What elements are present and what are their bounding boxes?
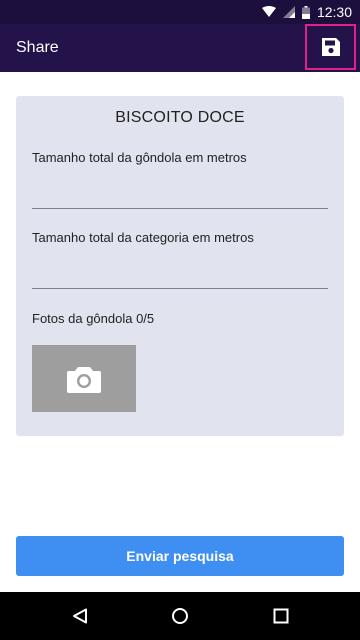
category-size-label: Tamanho total da categoria em metros [32,230,254,245]
recents-button[interactable] [271,606,291,626]
signal-icon [282,6,295,18]
photos-label: Fotos da gôndola 0/5 [32,311,155,326]
app-title: Share [16,39,59,56]
category-size-input[interactable] [32,250,328,288]
wifi-icon [261,6,276,17]
submit-survey-button[interactable]: Enviar pesquisa [16,536,344,576]
gondola-size-underline [32,208,328,209]
home-icon [172,608,188,624]
survey-card: BISCOITO DOCE Tamanho total da gôndola e… [16,96,344,436]
add-photo-button[interactable] [32,345,136,412]
battery-icon [301,5,310,19]
save-button[interactable] [305,24,356,70]
save-icon [321,38,340,56]
navigation-bar [0,592,360,640]
back-button[interactable] [70,606,90,626]
status-bar: 12:30 [0,0,360,24]
gondola-size-input[interactable] [32,170,328,208]
status-time: 12:30 [316,4,352,20]
submit-survey-label: Enviar pesquisa [126,548,234,564]
status-icons: 12:30 [261,4,352,20]
back-icon [73,608,87,624]
card-title: BISCOITO DOCE [115,109,245,126]
recents-icon [273,608,289,624]
category-size-underline [32,288,328,289]
gondola-size-label: Tamanho total da gôndola em metros [32,150,247,165]
camera-icon [67,366,101,393]
home-button[interactable] [170,606,190,626]
